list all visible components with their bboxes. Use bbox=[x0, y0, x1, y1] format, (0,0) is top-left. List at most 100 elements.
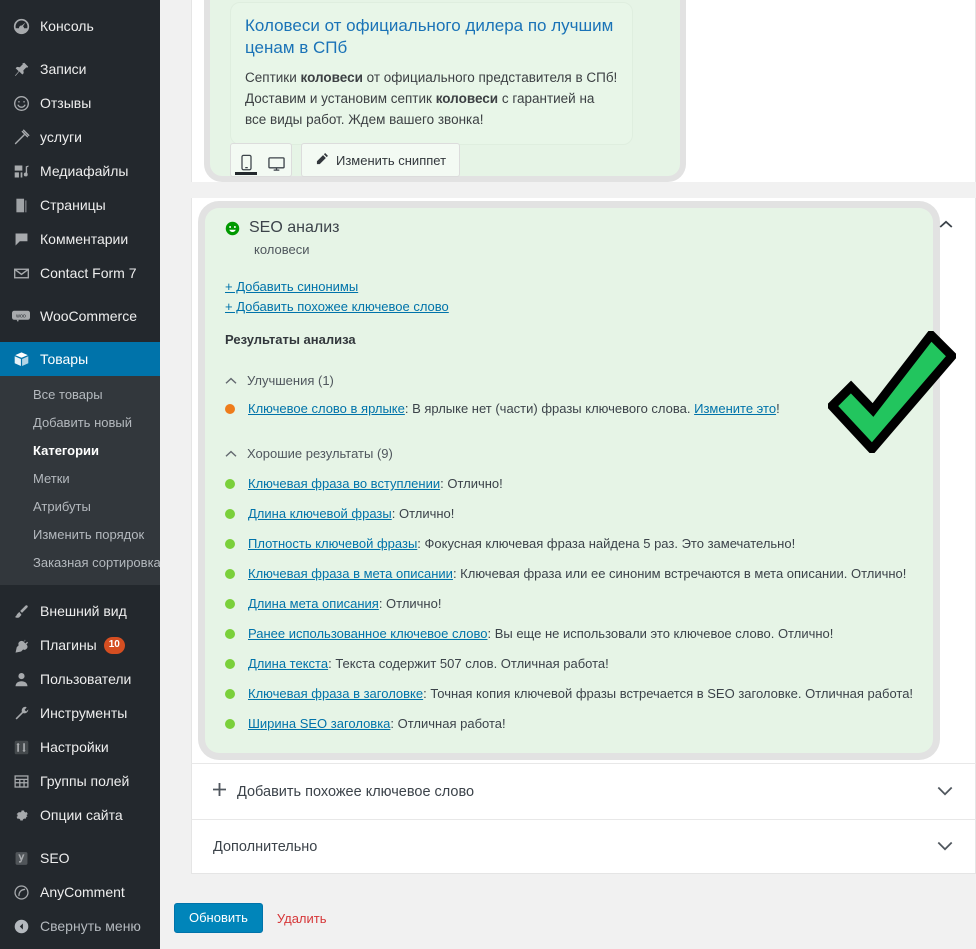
status-dot-green bbox=[225, 719, 235, 729]
analysis-result-item: Ключевая фраза в заголовке: Точная копия… bbox=[225, 685, 913, 703]
chevron-down-icon bbox=[937, 839, 953, 854]
sidebar-item-appearance[interactable]: Внешний вид bbox=[0, 594, 160, 628]
result-link[interactable]: Ключевая фраза в мета описании bbox=[248, 566, 453, 581]
snippet-description: Септики коловеси от официального предста… bbox=[245, 67, 618, 130]
panel-label: Дополнительно bbox=[213, 838, 318, 855]
seo-panel-collapse-toggle[interactable] bbox=[939, 217, 953, 232]
status-dot-green bbox=[225, 569, 235, 579]
wrench-icon bbox=[11, 703, 31, 723]
update-button[interactable]: Обновить bbox=[174, 903, 263, 933]
snippet-preview-metabox: Коловеси от официального дилера по лучши… bbox=[191, 0, 976, 182]
sidebar-item-label: Contact Form 7 bbox=[40, 265, 137, 281]
result-text: : В ярлыке нет (части) фразы ключевого с… bbox=[404, 401, 695, 416]
sidebar-item-all-products[interactable]: Все товары bbox=[0, 381, 160, 409]
sidebar-item-label: Товары bbox=[40, 351, 89, 367]
sidebar-item-categories[interactable]: Категории bbox=[0, 437, 160, 465]
sidebar-item-label: Отзывы bbox=[40, 95, 92, 111]
result-action-link[interactable]: Измените это bbox=[694, 401, 776, 416]
pin-icon bbox=[11, 59, 31, 79]
sidebar-item-dashboard[interactable]: Консоль bbox=[0, 9, 160, 43]
sidebar-item-field-groups[interactable]: Группы полей bbox=[0, 764, 160, 798]
result-link[interactable]: Длина текста bbox=[248, 656, 328, 671]
page-icon bbox=[11, 195, 31, 215]
result-link[interactable]: Ключевая фраза во вступлении bbox=[248, 476, 440, 491]
status-dot-green bbox=[225, 689, 235, 699]
seo-add-links: + Добавить синонимы + Добавить похожее к… bbox=[225, 278, 449, 318]
sidebar-item-label: Настройки bbox=[40, 739, 109, 755]
sidebar-item-label: AnyComment bbox=[40, 884, 125, 900]
product-box-icon bbox=[11, 349, 31, 369]
sidebar-item-posts[interactable]: Записи bbox=[0, 52, 160, 86]
preview-mode-toggle[interactable] bbox=[230, 143, 292, 177]
sidebar-item-reviews[interactable]: Отзывы bbox=[0, 86, 160, 120]
result-text: : Фокусная ключевая фраза найдена 5 раз.… bbox=[417, 536, 796, 551]
sidebar-item-services[interactable]: услуги bbox=[0, 120, 160, 154]
result-link[interactable]: Ключевое слово в ярлыке bbox=[248, 401, 405, 416]
edit-snippet-button[interactable]: Изменить сниппет bbox=[301, 143, 461, 177]
result-link[interactable]: Плотность ключевой фразы bbox=[248, 536, 417, 551]
brush-icon bbox=[11, 601, 31, 621]
sidebar-item-woocommerce[interactable]: woo WooCommerce bbox=[0, 299, 160, 333]
panel-add-related-keyword[interactable]: Добавить похожее ключевое слово bbox=[191, 763, 976, 819]
sidebar-item-attributes[interactable]: Атрибуты bbox=[0, 493, 160, 521]
sidebar-item-products[interactable]: Товары bbox=[0, 342, 160, 376]
chevron-down-icon bbox=[937, 784, 953, 799]
anycomment-icon bbox=[11, 882, 31, 902]
sidebar-item-seo[interactable]: SEO bbox=[0, 841, 160, 875]
snippet-preview-highlight: Коловеси от официального дилера по лучши… bbox=[210, 0, 680, 177]
result-link[interactable]: Ширина SEO заголовка bbox=[248, 716, 390, 731]
add-synonyms-link[interactable]: + Добавить синонимы bbox=[225, 279, 358, 294]
collapse-menu-button[interactable]: Свернуть меню bbox=[0, 909, 160, 943]
group-header-good-results[interactable]: Хорошие результаты (9) bbox=[225, 444, 913, 462]
sidebar-item-site-options[interactable]: Опции сайта bbox=[0, 798, 160, 832]
snippet-desc-part: Септики bbox=[245, 70, 301, 85]
analysis-result-item: Длина мета описания: Отлично! bbox=[225, 595, 913, 613]
sidebar-item-users[interactable]: Пользователи bbox=[0, 662, 160, 696]
google-preview-card[interactable]: Коловеси от официального дилера по лучши… bbox=[230, 2, 633, 145]
comment-icon bbox=[11, 229, 31, 249]
analysis-result-item: Ширина SEO заголовка: Отличная работа! bbox=[225, 715, 913, 733]
group-header-improvements[interactable]: Улучшения (1) bbox=[225, 371, 780, 389]
sidebar-item-tags[interactable]: Метки bbox=[0, 465, 160, 493]
sidebar-item-comments[interactable]: Комментарии bbox=[0, 222, 160, 256]
sidebar-item-contact-form-7[interactable]: Contact Form 7 bbox=[0, 256, 160, 290]
snippet-desc-keyword: коловеси bbox=[300, 70, 363, 85]
sidebar-item-plugins[interactable]: Плагины 10 bbox=[0, 628, 160, 662]
chevron-up-icon bbox=[225, 373, 237, 388]
sidebar-item-media[interactable]: Медиафайлы bbox=[0, 154, 160, 188]
seo-focus-keyword: коловеси bbox=[254, 242, 310, 257]
delete-link[interactable]: Удалить bbox=[277, 911, 327, 926]
sidebar-item-settings[interactable]: Настройки bbox=[0, 730, 160, 764]
result-link[interactable]: Длина мета описания bbox=[248, 596, 379, 611]
panel-advanced[interactable]: Дополнительно bbox=[191, 819, 976, 874]
sidebar-item-tools[interactable]: Инструменты bbox=[0, 696, 160, 730]
collapse-arrow-icon bbox=[11, 916, 31, 936]
add-related-keyword-link[interactable]: + Добавить похожее ключевое слово bbox=[225, 299, 449, 314]
hammer-icon bbox=[11, 127, 31, 147]
sidebar-item-add-new[interactable]: Добавить новый bbox=[0, 409, 160, 437]
sidebar-item-label: Страницы bbox=[40, 197, 106, 213]
sidebar-item-pages[interactable]: Страницы bbox=[0, 188, 160, 222]
result-link[interactable]: Ключевая фраза в заголовке bbox=[248, 686, 423, 701]
seo-analysis-highlight: SEO анализ коловеси + Добавить синонимы … bbox=[205, 208, 933, 753]
sidebar-submenu-products: Все товары Добавить новый Категории Метк… bbox=[0, 376, 160, 585]
analysis-result-item: Длина текста: Текста содержит 507 слов. … bbox=[225, 655, 913, 673]
sidebar-item-reorder[interactable]: Изменить порядок bbox=[0, 521, 160, 549]
seo-analysis-title: SEO анализ bbox=[249, 219, 340, 236]
seo-analysis-header: SEO анализ bbox=[225, 218, 339, 239]
group-label: Улучшения (1) bbox=[247, 372, 334, 388]
desktop-preview-icon[interactable] bbox=[261, 144, 291, 176]
sidebar-item-label: услуги bbox=[40, 129, 82, 145]
result-text: : Отличная работа! bbox=[390, 716, 506, 731]
result-link[interactable]: Ранее использованное ключевое слово bbox=[248, 626, 487, 641]
mobile-preview-icon[interactable] bbox=[231, 144, 261, 176]
result-link[interactable]: Длина ключевой фразы bbox=[248, 506, 392, 521]
dashboard-icon bbox=[11, 16, 31, 36]
sidebar-item-anycomment[interactable]: AnyComment bbox=[0, 875, 160, 909]
sidebar-item-custom-sort[interactable]: Заказная сортировка bbox=[0, 549, 160, 577]
sidebar-item-label: Комментарии bbox=[40, 231, 129, 247]
